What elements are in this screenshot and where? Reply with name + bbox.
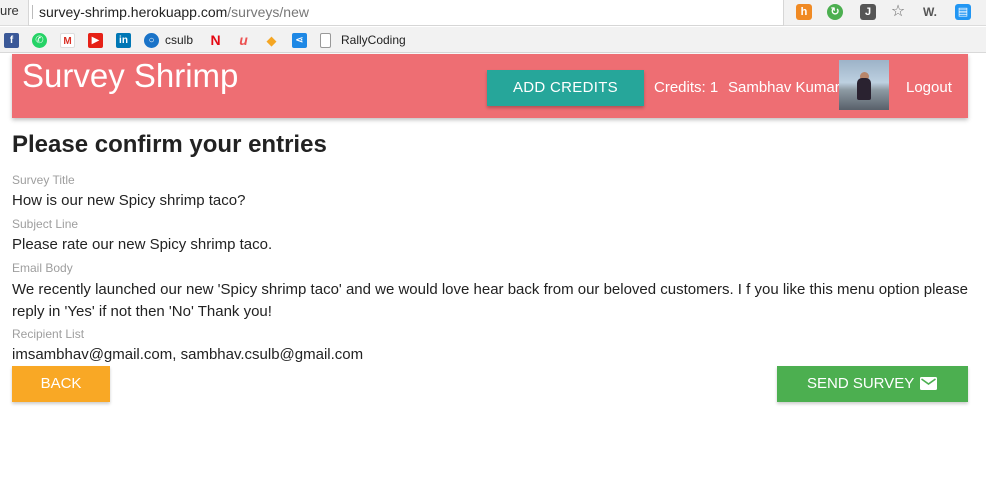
survey-title-value: How is our new Spicy shrimp taco? (12, 192, 246, 209)
security-indicator[interactable]: ure (0, 3, 19, 18)
bookmark-label: csulb (165, 33, 194, 47)
credits-count: Credits: 1 (654, 79, 719, 96)
app-navbar: Survey Shrimp ADD CREDITS Credits: 1 Sam… (12, 54, 968, 118)
bookmarks-bar: f ✆ M ▶ in ○ csulb N u ◆ ⋖ RallyCoding (0, 27, 986, 53)
url-host: survey-shrimp.herokuapp.com (39, 4, 228, 20)
facebook-icon: f (4, 32, 19, 48)
recipient-list-value: imsambhav@gmail.com, sambhav.csulb@gmail… (12, 346, 364, 363)
avatar (839, 60, 889, 110)
extension-orange-icon[interactable]: h (796, 4, 812, 20)
whatsapp-icon: ✆ (32, 32, 47, 48)
bookmark-linkedin[interactable]: in (116, 32, 131, 48)
page-icon (320, 32, 331, 48)
linkedin-icon: in (116, 32, 131, 48)
email-body-value: We recently launched our new 'Spicy shri… (12, 281, 968, 320)
netflix-icon: N (210, 31, 221, 48)
add-credits-button[interactable]: ADD CREDITS (487, 70, 644, 106)
survey-title-label: Survey Title (12, 173, 75, 187)
brand-logo[interactable]: Survey Shrimp (22, 57, 238, 95)
hackerrank-icon: ◆ (266, 32, 277, 48)
bookmark-whatsapp[interactable]: ✆ (32, 32, 47, 48)
bookmark-label: RallyCoding (341, 33, 406, 47)
bookmark-hackerrank[interactable]: ◆ (264, 32, 279, 48)
bookmark-gmail[interactable]: M (60, 32, 75, 48)
back-button[interactable]: BACK (12, 366, 110, 402)
bookmark-star-icon[interactable]: ☆ (890, 4, 906, 20)
send-survey-button[interactable]: SEND SURVEY (777, 366, 968, 402)
email-body-label: Email Body (12, 261, 73, 275)
user-name: Sambhav Kumar (728, 79, 840, 96)
extension-blue-icon[interactable]: ▤ (955, 4, 971, 20)
url-separator (32, 5, 33, 19)
share-icon: ⋖ (292, 32, 307, 48)
browser-address-bar: ure survey-shrimp.herokuapp.com/surveys/… (0, 0, 986, 26)
udemy-icon: u (239, 31, 248, 48)
url-field[interactable]: survey-shrimp.herokuapp.com/surveys/new (28, 0, 784, 26)
bookmark-netflix[interactable]: N (208, 32, 223, 48)
url-path: /surveys/new (227, 4, 309, 20)
email-icon (920, 377, 937, 390)
csulb-icon: ○ (144, 32, 159, 48)
send-survey-label: SEND SURVEY (807, 375, 915, 392)
logout-link[interactable]: Logout (906, 79, 952, 96)
extension-green-icon[interactable]: ↻ (827, 4, 843, 20)
bookmark-udemy[interactable]: u (236, 32, 251, 48)
page-title: Please confirm your entries (12, 131, 327, 158)
bookmark-csulb[interactable]: ○ csulb (144, 32, 193, 48)
youtube-icon: ▶ (88, 32, 103, 48)
subject-line-label: Subject Line (12, 217, 79, 231)
extension-dark-icon[interactable]: J (860, 4, 876, 20)
subject-line-value: Please rate our new Spicy shrimp taco. (12, 236, 273, 253)
gmail-icon: M (60, 32, 75, 48)
avatar-figure (857, 78, 871, 100)
extension-w-icon[interactable]: W. (922, 4, 938, 20)
bookmark-facebook[interactable]: f (4, 32, 19, 48)
bookmark-share[interactable]: ⋖ (292, 32, 307, 48)
url-text: survey-shrimp.herokuapp.com/surveys/new (39, 4, 309, 20)
recipient-list-label: Recipient List (12, 327, 85, 341)
bookmark-rallycoding[interactable]: RallyCoding (320, 32, 406, 48)
bookmark-youtube[interactable]: ▶ (88, 32, 103, 48)
